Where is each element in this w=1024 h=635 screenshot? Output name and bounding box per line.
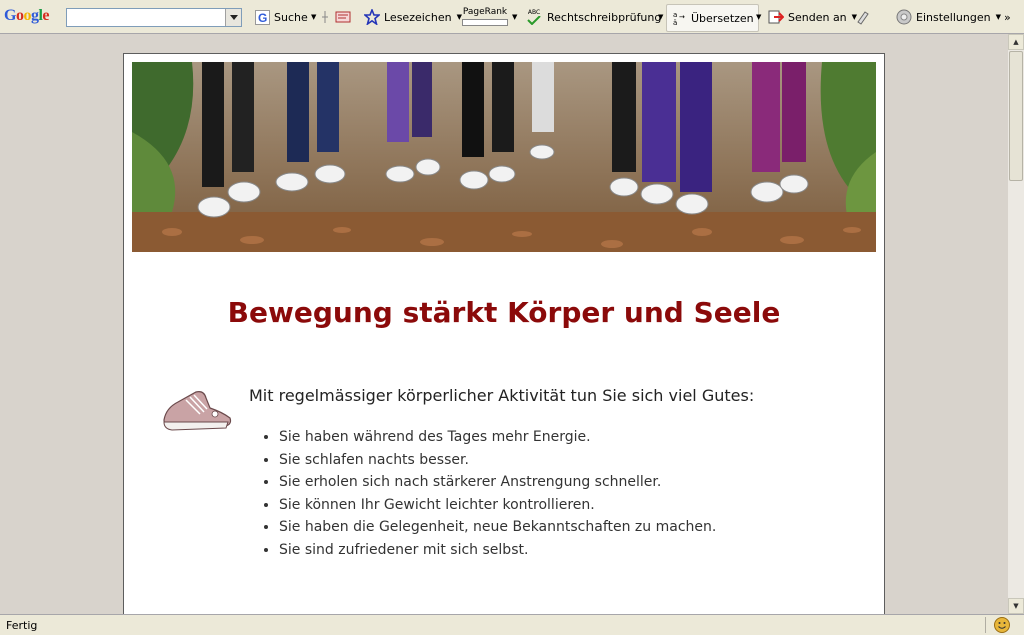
google-toolbar: Google G Suche ▼ Lesezeichen ▼ PageRank ▼ bbox=[0, 0, 1024, 34]
google-logo[interactable]: Google bbox=[4, 7, 49, 25]
chevron-down-icon bbox=[229, 15, 238, 20]
translate-dropdown[interactable]: ▼ bbox=[755, 0, 761, 34]
lesezeichen-label: Lesezeichen bbox=[384, 10, 452, 24]
chevron-down-icon: ▼ bbox=[756, 13, 762, 21]
vertical-scrollbar[interactable]: ▲ ▼ bbox=[1008, 34, 1024, 614]
spellcheck-dropdown[interactable]: ▼ bbox=[657, 0, 663, 34]
list-item: Sie haben die Gelegenheit, neue Bekannts… bbox=[279, 516, 716, 539]
benefits-list: Sie haben während des Tages mehr Energie… bbox=[259, 426, 716, 561]
einstellungen-button[interactable]: Einstellungen ▼ bbox=[896, 0, 1001, 34]
suche-button[interactable]: G Suche bbox=[254, 0, 308, 34]
spellcheck-button[interactable]: ABC Rechtschreibprüfung bbox=[525, 0, 661, 34]
check-icon: ABC bbox=[525, 9, 543, 25]
chevron-down-icon: ▼ bbox=[512, 13, 518, 21]
suche-label: Suche bbox=[274, 10, 308, 24]
toolbar-overflow-button[interactable]: » bbox=[1004, 0, 1011, 34]
logo-letter: o bbox=[23, 7, 31, 24]
list-item: Sie schlafen nachts besser. bbox=[279, 449, 716, 472]
translate-label: Übersetzen bbox=[691, 11, 754, 25]
spellcheck-label: Rechtschreibprüfung bbox=[547, 10, 662, 24]
pagerank-label: PageRank bbox=[462, 7, 508, 17]
chevron-down-icon: ▼ bbox=[995, 13, 1001, 21]
pagerank-dropdown[interactable]: ▼ bbox=[511, 0, 517, 34]
senden-an-button[interactable]: Senden an ▼ bbox=[768, 0, 857, 34]
highlighter-icon bbox=[855, 9, 871, 25]
einstellungen-label: Einstellungen bbox=[916, 10, 991, 24]
highlight-button[interactable] bbox=[855, 0, 871, 34]
smiley-icon[interactable] bbox=[994, 617, 1010, 633]
list-item: Sie haben während des Tages mehr Energie… bbox=[279, 426, 716, 449]
svg-text:ä: ä bbox=[673, 19, 677, 26]
logo-letter: G bbox=[4, 7, 16, 24]
grip-icon bbox=[322, 11, 328, 23]
search-dropdown-button[interactable] bbox=[225, 9, 241, 26]
scrollbar-thumb[interactable] bbox=[1009, 51, 1023, 181]
logo-letter: e bbox=[42, 7, 50, 24]
status-divider bbox=[985, 617, 986, 633]
walkers-photo bbox=[132, 62, 876, 252]
list-item: Sie sind zufriedener mit sich selbst. bbox=[279, 539, 716, 562]
translate-button[interactable]: a → ä Übersetzen bbox=[666, 4, 759, 32]
status-bar: Fertig bbox=[0, 614, 1024, 635]
news-icon bbox=[335, 9, 351, 25]
pagerank-indicator[interactable]: PageRank bbox=[462, 0, 508, 34]
pagerank-display: PageRank bbox=[462, 8, 508, 26]
scroll-down-button[interactable]: ▼ bbox=[1008, 598, 1024, 614]
send-icon bbox=[768, 9, 784, 25]
svg-text:a: a bbox=[673, 11, 677, 19]
lesezeichen-button[interactable]: Lesezeichen ▼ bbox=[364, 0, 462, 34]
overflow-chevrons: » bbox=[1004, 10, 1011, 24]
star-icon bbox=[364, 9, 380, 25]
pagerank-bar bbox=[462, 19, 508, 26]
sneaker-icon bbox=[160, 386, 234, 434]
gear-icon bbox=[896, 9, 912, 25]
content-page: Bewegung stärkt Körper und Seele Mit reg… bbox=[123, 53, 885, 614]
list-item: Sie können Ihr Gewicht leichter kontroll… bbox=[279, 494, 716, 517]
toolbar-grip-icon[interactable] bbox=[321, 0, 329, 34]
senden-an-label: Senden an bbox=[788, 10, 847, 24]
status-text: Fertig bbox=[6, 619, 38, 632]
list-item: Sie erholen sich nach stärkerer Anstreng… bbox=[279, 471, 716, 494]
chevron-down-icon: ▼ bbox=[658, 13, 664, 21]
walkers-hero-image bbox=[132, 62, 876, 252]
arrow-down-icon: ▼ bbox=[1013, 602, 1019, 610]
intro-text: Mit regelmässiger körperlicher Aktivität… bbox=[249, 386, 755, 405]
scroll-up-button[interactable]: ▲ bbox=[1008, 34, 1024, 50]
search-combobox[interactable] bbox=[66, 8, 242, 27]
translate-icon: a → ä bbox=[671, 10, 687, 26]
page-headline: Bewegung stärkt Körper und Seele bbox=[227, 296, 781, 329]
svg-text:G: G bbox=[258, 11, 267, 25]
google-g-icon: G bbox=[254, 9, 270, 25]
svg-text:→: → bbox=[679, 13, 685, 21]
search-input[interactable] bbox=[67, 9, 227, 26]
arrow-up-icon: ▲ bbox=[1013, 38, 1019, 46]
news-button[interactable] bbox=[335, 0, 351, 34]
suche-dropdown[interactable]: ▼ bbox=[310, 0, 316, 34]
browser-viewport: Bewegung stärkt Körper und Seele Mit reg… bbox=[0, 34, 1008, 614]
chevron-down-icon: ▼ bbox=[311, 13, 317, 21]
